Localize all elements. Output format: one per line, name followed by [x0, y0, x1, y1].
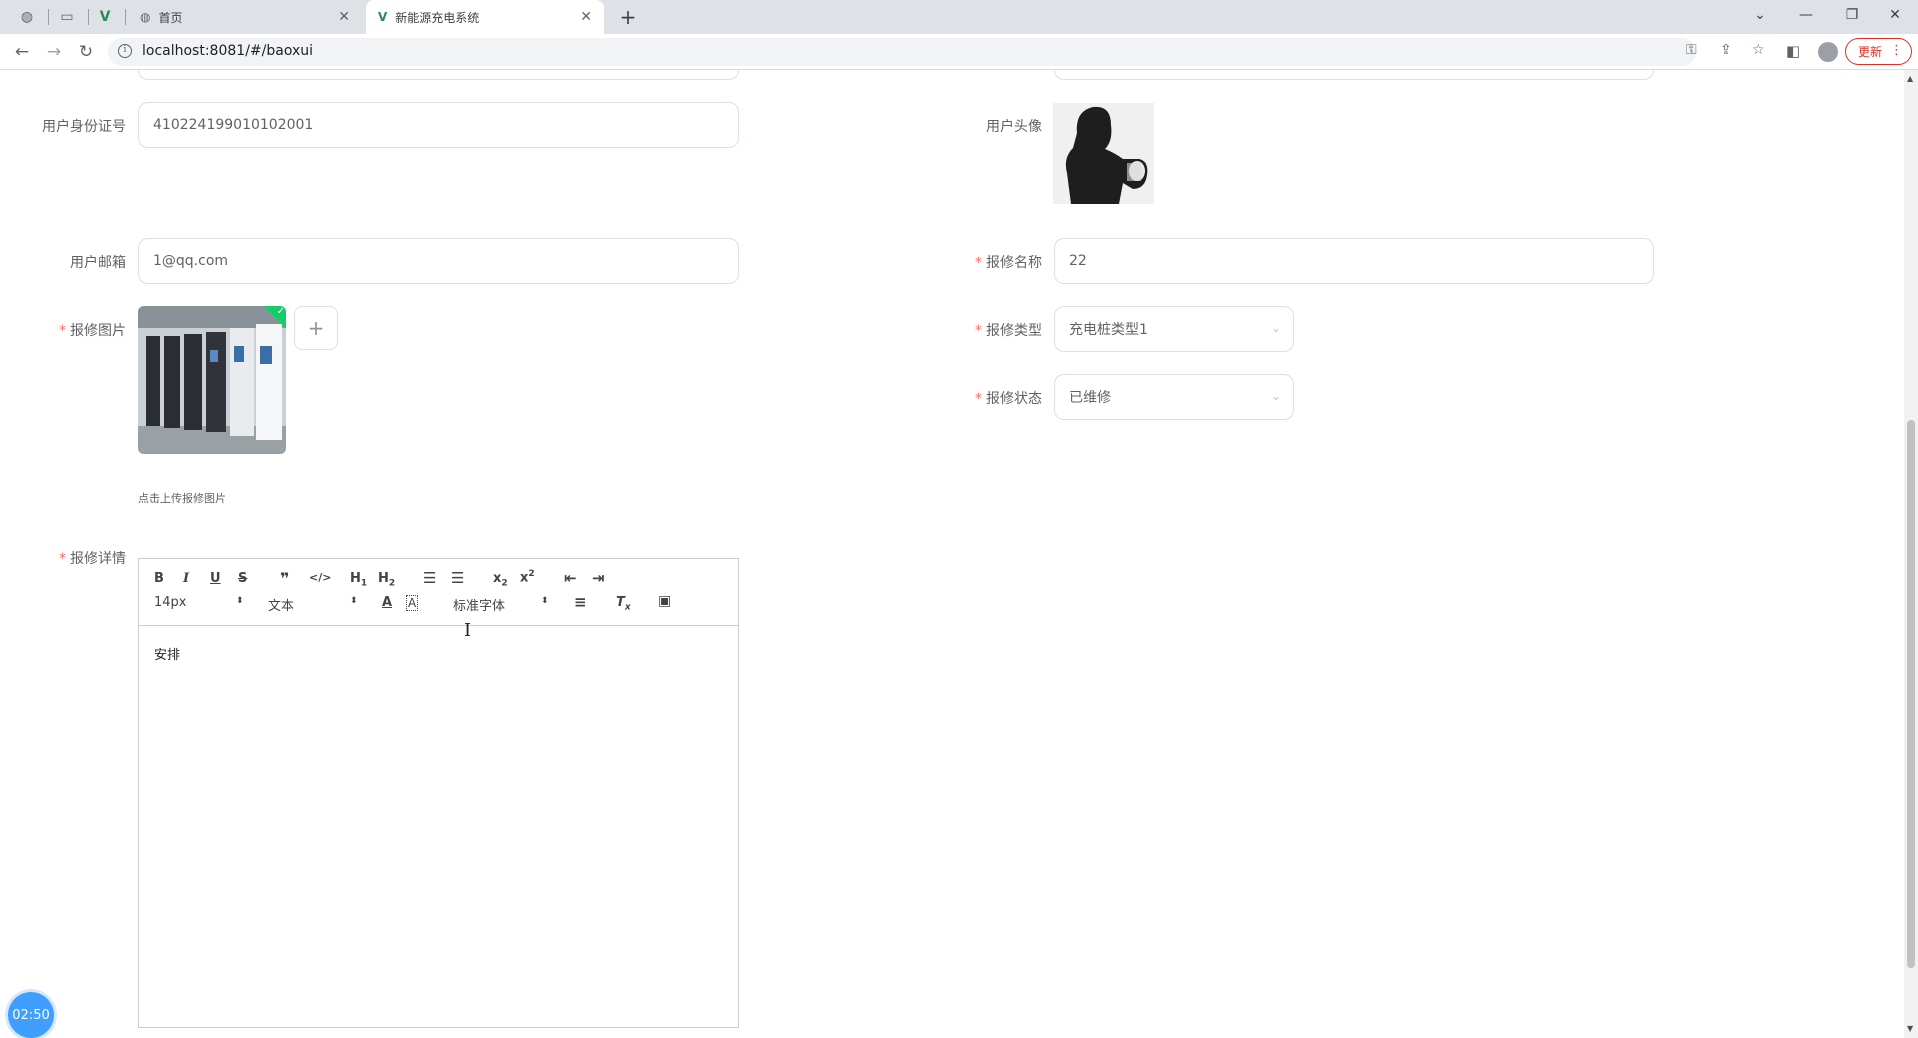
email-input[interactable]: 1@qq.com [138, 238, 739, 284]
repair-image-label: * 报修图片 [59, 323, 126, 339]
bold-icon[interactable]: B [154, 571, 164, 586]
partial-input-right[interactable] [1054, 70, 1654, 80]
profile-avatar-icon[interactable] [1818, 42, 1838, 62]
editor-content[interactable]: 安排 [154, 644, 180, 663]
editor-toolbar: B I U S ❞ </> H1 H2 ☰ ☰ x2 x2 ⇤ ⇥ 14px ⬍… [139, 559, 738, 626]
repair-status-label: * 报修状态 [975, 391, 1042, 407]
clear-format-icon[interactable]: Tx [616, 595, 631, 613]
tab-home[interactable]: ◍ 首页 ✕ [128, 0, 362, 34]
italic-icon[interactable]: I [183, 571, 189, 586]
heading-2-icon[interactable]: H2 [378, 571, 395, 589]
text-cursor-icon: I [464, 620, 472, 641]
repair-status-value: 已维修 [1069, 390, 1111, 406]
update-button[interactable]: 更新 ⋮ [1845, 38, 1912, 65]
bookmark-star-icon[interactable]: ☆ [1752, 42, 1765, 58]
upload-hint: 点击上传报修图片 [138, 492, 226, 505]
tab-separator [88, 9, 89, 25]
scrollbar-thumb[interactable] [1907, 420, 1915, 968]
code-block-icon[interactable]: </> [309, 571, 331, 584]
key-icon[interactable]: ⚿ [1686, 42, 1697, 58]
scroll-up-arrow-icon[interactable]: ▲ [1907, 74, 1913, 83]
indent-icon[interactable]: ⇥ [592, 569, 605, 587]
browser-toolbar: ← → ↻ i localhost:8081/#/baoxui ⚿ ⇪ ☆ ◧ … [0, 34, 1918, 70]
email-label: 用户邮箱 [70, 255, 126, 271]
font-size-picker[interactable]: 14px ⬍ [154, 595, 244, 610]
blockquote-icon[interactable]: ❞ [280, 569, 289, 588]
updown-icon: ⬍ [236, 596, 244, 606]
timer-badge: 02:50 [8, 992, 54, 1038]
header-format-picker[interactable]: 文本 ⬍ [268, 595, 358, 614]
repair-type-value: 充电桩类型1 [1069, 322, 1148, 338]
new-tab-button[interactable]: + [616, 5, 640, 29]
back-button[interactable]: ← [10, 40, 34, 64]
background-color-icon[interactable]: A [406, 595, 419, 611]
outdent-icon[interactable]: ⇤ [564, 569, 577, 587]
updown-icon: ⬍ [541, 596, 549, 606]
tab-charging-system[interactable]: V 新能源充电系统 ✕ [366, 0, 604, 34]
tab-title: 首页 [158, 10, 183, 25]
repair-image-thumbnail[interactable]: ✓ [138, 306, 286, 454]
browser-tab-strip: ◍ ▭ V ◍ 首页 ✕ V 新能源充电系统 ✕ + ⌄ — ❐ ✕ [0, 0, 1918, 34]
pinned-tab-vue-icon[interactable]: V [94, 6, 116, 28]
repair-name-label: * 报修名称 [975, 255, 1042, 271]
share-icon[interactable]: ⇪ [1720, 42, 1732, 58]
repair-name-input[interactable]: 22 [1054, 238, 1654, 284]
font-family-picker[interactable]: 标准字体 ⬍ [453, 595, 549, 614]
reload-button[interactable]: ↻ [74, 40, 98, 64]
chevron-down-icon: ⌄ [1270, 321, 1281, 335]
pinned-tab-globe-icon[interactable]: ◍ [16, 6, 38, 28]
menu-dots-icon: ⋮ [1890, 43, 1903, 58]
scroll-down-arrow-icon[interactable]: ▼ [1907, 1024, 1913, 1033]
repair-type-label: * 报修类型 [975, 323, 1042, 339]
underline-icon[interactable]: U [210, 571, 221, 586]
tab-title: 新能源充电系统 [395, 10, 480, 25]
rich-text-editor[interactable]: B I U S ❞ </> H1 H2 ☰ ☰ x2 x2 ⇤ ⇥ 14px ⬍… [138, 558, 739, 1028]
update-label: 更新 [1858, 45, 1883, 59]
add-image-button[interactable]: + [294, 306, 338, 350]
tab-separator [48, 9, 49, 25]
tab-separator [125, 9, 126, 25]
subscript-icon[interactable]: x2 [493, 571, 508, 589]
avatar-label: 用户头像 [986, 119, 1042, 135]
repair-status-select[interactable]: 已维修 ⌄ [1054, 374, 1294, 420]
repair-detail-label: * 报修详情 [59, 551, 126, 567]
align-icon[interactable]: ≡ [574, 593, 587, 611]
forward-button[interactable]: → [42, 40, 66, 64]
text-color-icon[interactable]: A [382, 595, 392, 610]
superscript-icon[interactable]: x2 [520, 569, 535, 585]
updown-icon: ⬍ [350, 596, 358, 606]
user-avatar-image [1053, 103, 1154, 204]
site-info-icon[interactable]: i [118, 44, 132, 58]
ordered-list-icon[interactable]: ☰ [423, 569, 436, 587]
chevron-down-icon: ⌄ [1270, 389, 1281, 403]
partial-input-left[interactable] [138, 70, 739, 80]
close-tab-icon[interactable]: ✕ [338, 9, 350, 25]
globe-icon: ◍ [140, 10, 151, 24]
address-bar[interactable]: i localhost:8081/#/baoxui ⚿ ⇪ ☆ [108, 38, 1765, 66]
repair-type-select[interactable]: 充电桩类型1 ⌄ [1054, 306, 1294, 352]
minimize-button[interactable]: — [1783, 0, 1829, 30]
restore-button[interactable]: ❐ [1829, 0, 1875, 30]
tab-search-chevron-icon[interactable]: ⌄ [1737, 0, 1783, 30]
image-icon[interactable]: ▣ [658, 593, 671, 609]
avatar-silhouette-icon [1053, 103, 1154, 204]
id-card-label: 用户身份证号 [42, 119, 126, 135]
url-text: localhost:8081/#/baoxui [142, 43, 314, 59]
pinned-tab-blank-icon[interactable]: ▭ [56, 6, 78, 28]
page-content: 用户身份证号 410224199010102001 用户头像 用户邮箱 1@qq… [0, 70, 1904, 1038]
heading-1-icon[interactable]: H1 [350, 571, 367, 589]
bullet-list-icon[interactable]: ☰ [451, 569, 464, 587]
vue-logo-icon: V [378, 10, 388, 24]
page-scrollbar[interactable]: ▲ ▼ [1904, 70, 1918, 1038]
strike-icon[interactable]: S [238, 571, 247, 586]
close-tab-icon[interactable]: ✕ [580, 9, 592, 25]
side-panel-icon[interactable]: ◧ [1786, 42, 1800, 60]
charging-station-photo [138, 306, 286, 454]
close-window-button[interactable]: ✕ [1872, 0, 1918, 30]
id-card-input[interactable]: 410224199010102001 [138, 102, 739, 148]
